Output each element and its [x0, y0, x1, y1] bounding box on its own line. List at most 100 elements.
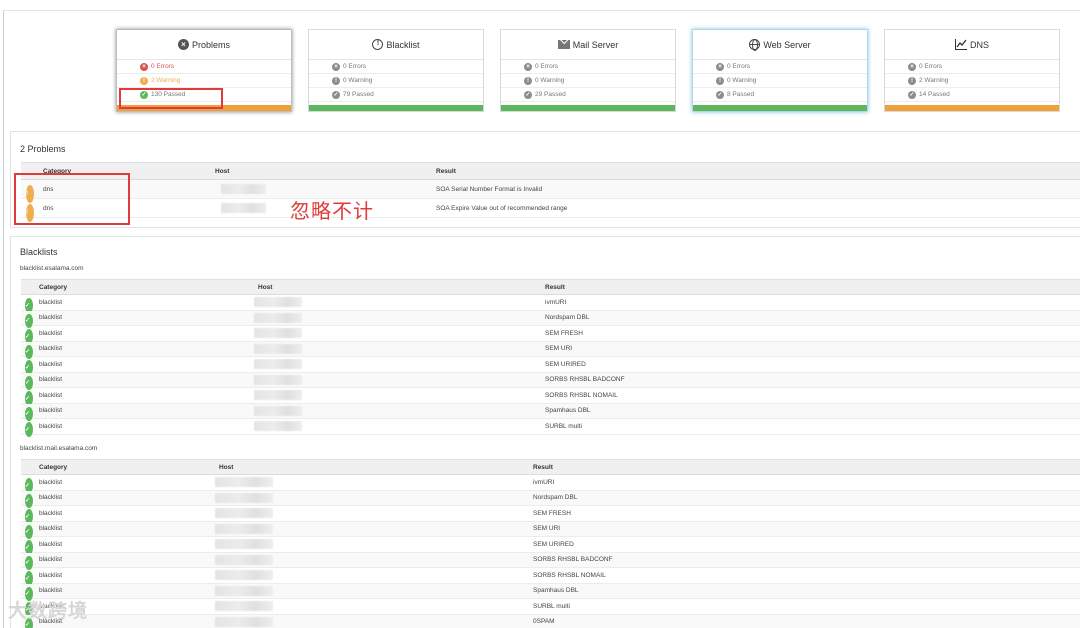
table-row[interactable]: ✓ blacklist Nordspam DBL [21, 490, 1080, 509]
blacklist-table: Category Host Result ✓ blacklist ivmURI ✓ bl… [21, 459, 1080, 628]
table-row[interactable]: ✓ blacklist ivmURI [21, 475, 1080, 493]
warning-row: ! 0 Warning [693, 74, 867, 88]
status-bar [501, 105, 675, 111]
watermark: 大数跨境 [8, 601, 89, 622]
envelope-icon [557, 40, 570, 49]
redacted-host [254, 405, 302, 416]
redacted-host [254, 374, 302, 385]
warning-row: ! 2 Warning [117, 74, 291, 88]
table-row[interactable]: ! dns SOA Serial Number Format is Invali… [21, 180, 1080, 203]
redacted-host [254, 359, 302, 370]
table-row[interactable]: ✓ blacklist ivmURI [21, 295, 1080, 313]
warning-icon: ! [332, 76, 340, 85]
error-icon: × [716, 62, 724, 71]
card-blacklist[interactable]: ! Blacklist × 0 Errors ! 0 Warning ✓ 79 Pas… [308, 29, 484, 112]
table-row[interactable]: ! dns SOA Expire Value out of recommende… [21, 199, 1080, 222]
blacklist-table: Category Host Result ✓ blacklist ivmURI ✓ bl… [21, 279, 1080, 437]
check-icon: ✓ [332, 90, 340, 99]
table-row[interactable]: ✓ blacklist SEM FRESH [21, 506, 1080, 524]
redacted-host [254, 297, 302, 308]
redacted-host [221, 184, 266, 194]
error-icon: × [332, 62, 340, 71]
redacted-host [215, 523, 273, 534]
table-row[interactable]: ✓ blacklist SORBS RHSBL NOMAIL [21, 568, 1080, 586]
redacted-host [254, 421, 302, 432]
globe-icon [749, 39, 761, 51]
check-icon: ✓ [716, 90, 724, 99]
table-header: Category Host Result [21, 162, 1080, 180]
warning-row: ! 2 Warning [885, 74, 1059, 88]
table-row[interactable]: ✓ blacklist SEM URI [21, 521, 1080, 540]
table-row[interactable]: ✓ blacklist 0SPAM [21, 614, 1080, 628]
card-web-server[interactable]: Web Server × 0 Errors ! 0 Warning ✓ 8 Passe… [692, 29, 868, 112]
warning-row: ! 0 Warning [309, 74, 483, 88]
redacted-host [215, 477, 273, 488]
table-row[interactable]: ✓ blacklist SEM URIRED [21, 357, 1080, 375]
card-title: Blacklist [386, 39, 420, 50]
check-icon: ✓ [25, 422, 33, 437]
table-header: Category Host Result [21, 279, 1080, 295]
redacted-host [221, 203, 266, 213]
table-row[interactable]: ✓ blacklist SORBS RHSBL NOMAIL [21, 388, 1080, 406]
group-name: blacklist.esalama.com [20, 265, 84, 272]
table-row[interactable]: ✓ blacklist SURBL multi [21, 419, 1080, 437]
warning-icon: ! [140, 76, 148, 85]
errors-row: × 0 Errors [501, 60, 675, 74]
table-row[interactable]: ✓ blacklist SEM FRESH [21, 326, 1080, 344]
status-bar [693, 105, 867, 111]
card-title: Mail Server [572, 39, 619, 50]
table-row[interactable]: ✓ blacklist Spamhaus DBL [21, 403, 1080, 422]
warning-icon: ! [716, 76, 724, 85]
circle-exclamation-icon: ! [372, 39, 384, 50]
card-dns[interactable]: DNS × 0 Errors ! 2 Warning ✓ 14 Passed [884, 29, 1060, 112]
redacted-host [215, 616, 273, 627]
table-row[interactable]: ✓ blacklist SORBS RHSBL BADCONF [21, 372, 1080, 391]
redacted-host [254, 390, 302, 401]
blacklists-panel: Blacklists blacklist.esalama.com Categor… [10, 236, 1080, 628]
errors-row: × 0 Errors [309, 60, 483, 74]
table-row[interactable]: ✓ blacklist SEM URIRED [21, 537, 1080, 555]
status-bar [309, 105, 483, 111]
redacted-host [215, 554, 273, 565]
error-icon: × [524, 62, 532, 71]
chart-icon [954, 39, 967, 50]
redacted-host [215, 585, 273, 596]
passed-row: ✓ 8 Passed [693, 88, 867, 102]
problems-panel: 2 Problems Category Host Result ! dns SO… [10, 131, 1080, 228]
problems-table: Category Host Result ! dns SOA Serial Nu… [21, 162, 1080, 222]
table-row[interactable]: ✓ blacklist Spamhaus DBL [21, 583, 1080, 602]
warning-icon: ! [908, 76, 916, 85]
blacklists-title: Blacklists [20, 247, 58, 257]
table-row[interactable]: ✓ blacklist SURBL multi [21, 599, 1080, 617]
redacted-host [215, 570, 273, 581]
table-header: Category Host Result [21, 459, 1080, 475]
redacted-host [215, 601, 273, 612]
annotation-text: 忽略不计 [290, 201, 374, 223]
group-name: blacklist.mail.esalama.com [20, 445, 98, 452]
warning-icon: ! [524, 76, 532, 85]
passed-row: ✓ 29 Passed [501, 88, 675, 102]
highlight-box [14, 173, 130, 225]
redacted-host [215, 508, 273, 519]
table-row[interactable]: ✓ blacklist SORBS RHSBL BADCONF [21, 552, 1080, 571]
card-title: DNS [969, 39, 989, 50]
redacted-host [254, 343, 302, 354]
highlight-box [119, 88, 223, 109]
table-row[interactable]: ✓ blacklist SEM URI [21, 341, 1080, 360]
error-icon: × [140, 62, 148, 71]
errors-row: × 0 Errors [693, 60, 867, 74]
passed-row: ✓ 79 Passed [309, 88, 483, 102]
table-row[interactable]: ✓ blacklist Nordspam DBL [21, 310, 1080, 329]
status-bar [885, 105, 1059, 111]
redacted-host [254, 312, 302, 323]
error-icon: × [908, 62, 916, 71]
redacted-host [254, 328, 302, 339]
warning-row: ! 0 Warning [501, 74, 675, 88]
check-icon: ✓ [908, 90, 916, 99]
redacted-host [215, 539, 273, 550]
card-mail-server[interactable]: Mail Server × 0 Errors ! 0 Warning ✓ 29 Pas… [500, 29, 676, 112]
circle-x-icon: × [177, 39, 189, 50]
errors-row: × 0 Errors [117, 60, 291, 74]
card-title: Web Server [763, 39, 811, 50]
passed-row: ✓ 14 Passed [885, 88, 1059, 102]
